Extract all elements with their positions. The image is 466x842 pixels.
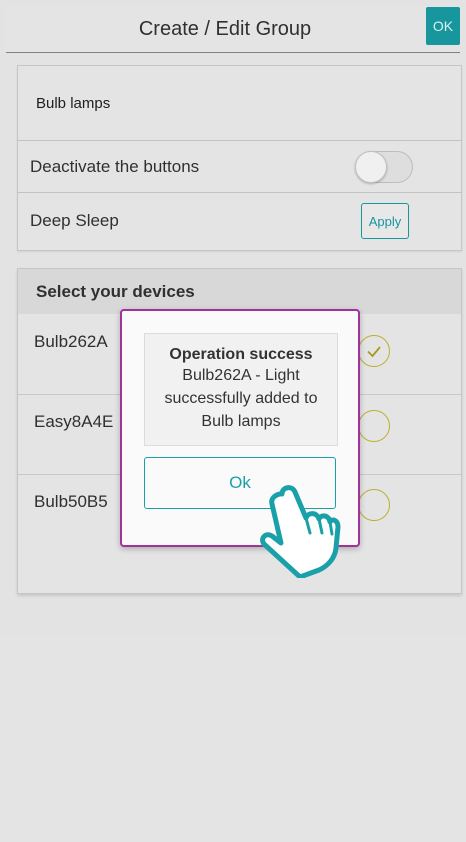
dialog-message-box: Operation success Bulb262A - Light succe… [144, 333, 338, 446]
dialog-message: Bulb262A - Light successfully added to B… [164, 367, 318, 430]
tap-hand-icon [260, 485, 341, 578]
dialog-title: Operation success [169, 346, 313, 363]
